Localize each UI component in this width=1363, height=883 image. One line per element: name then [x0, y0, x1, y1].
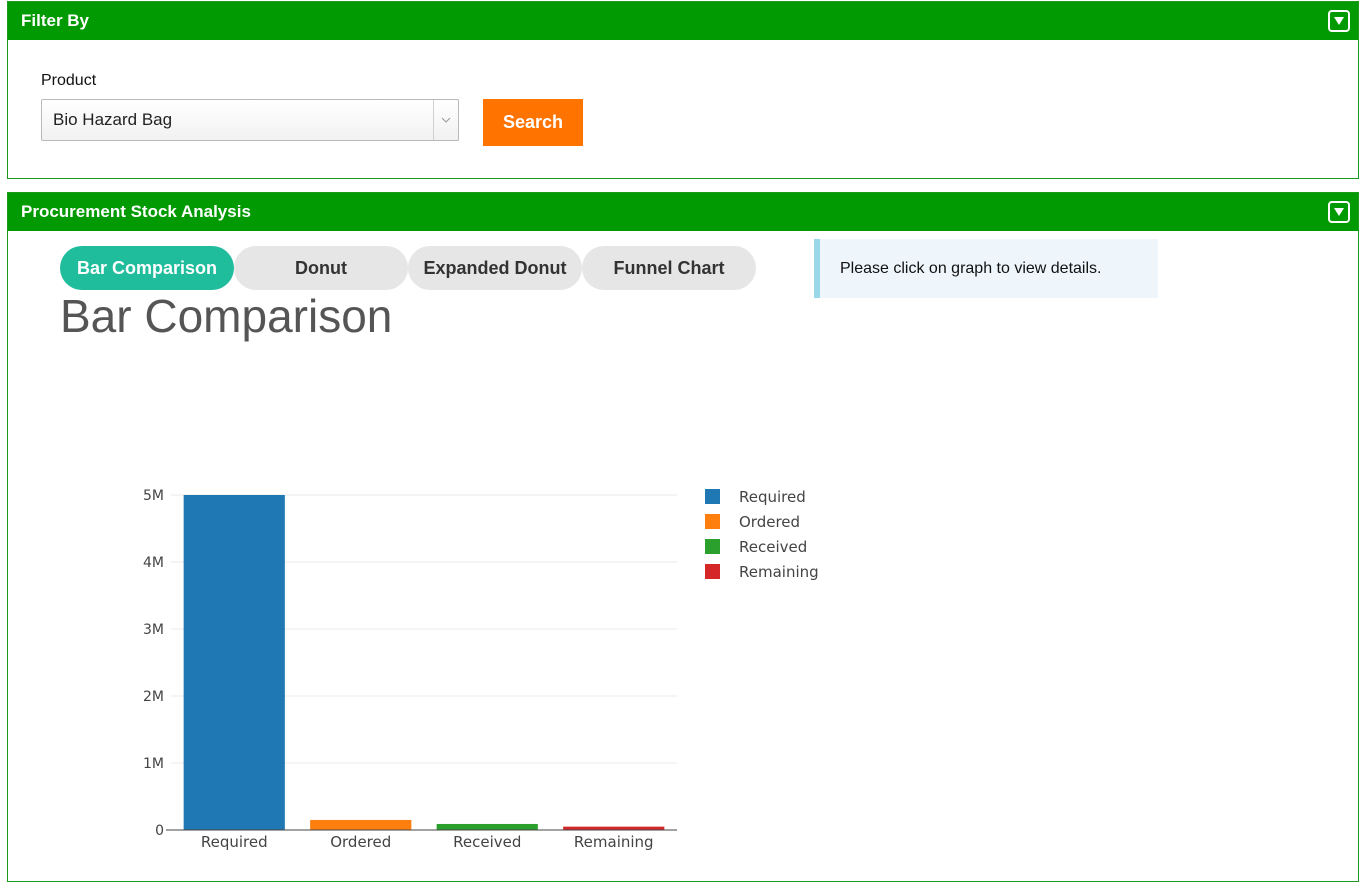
chevron-down-icon	[433, 100, 458, 140]
legend-swatch[interactable]	[705, 539, 720, 554]
x-tick-label: Remaining	[574, 833, 654, 851]
product-select[interactable]: Bio Hazard Bag	[41, 99, 459, 141]
y-tick-label: 5M	[143, 488, 164, 504]
legend-label[interactable]: Remaining	[739, 563, 819, 581]
bar-required[interactable]	[183, 495, 285, 830]
y-tick-label: 3M	[143, 622, 164, 638]
legend-label[interactable]: Ordered	[739, 513, 800, 531]
legend-swatch[interactable]	[705, 489, 720, 504]
legend-label[interactable]: Required	[739, 488, 806, 506]
bar-received[interactable]	[436, 823, 538, 830]
search-button[interactable]: Search	[483, 99, 583, 146]
filter-panel-title: Filter By	[21, 11, 90, 30]
filter-panel-header: Filter By	[8, 2, 1358, 40]
bar-chart[interactable]: 0 1M 2M 3M 4M 5M Required Ordered Received Remain…	[8, 193, 1358, 883]
y-tick-label: 4M	[143, 555, 164, 571]
bar-remaining[interactable]	[563, 826, 665, 830]
analysis-panel: Procurement Stock Analysis Bar Compariso…	[7, 192, 1359, 882]
x-tick-label: Required	[201, 833, 268, 851]
legend-swatch[interactable]	[705, 514, 720, 529]
y-tick-label: 1M	[143, 756, 164, 772]
y-tick-label: 0	[155, 823, 164, 839]
product-select-value: Bio Hazard Bag	[53, 110, 173, 129]
caret-down-box-icon	[1334, 17, 1344, 25]
x-tick-label: Received	[453, 833, 521, 851]
x-tick-label: Ordered	[330, 833, 391, 851]
bar-ordered[interactable]	[310, 819, 412, 830]
y-tick-label: 2M	[143, 689, 164, 705]
filter-panel: Filter By Product Bio Hazard Bag Search	[7, 1, 1359, 179]
filter-collapse-button[interactable]	[1328, 10, 1350, 32]
legend-label[interactable]: Received	[739, 538, 807, 556]
legend-swatch[interactable]	[705, 564, 720, 579]
product-label: Product	[41, 72, 97, 89]
